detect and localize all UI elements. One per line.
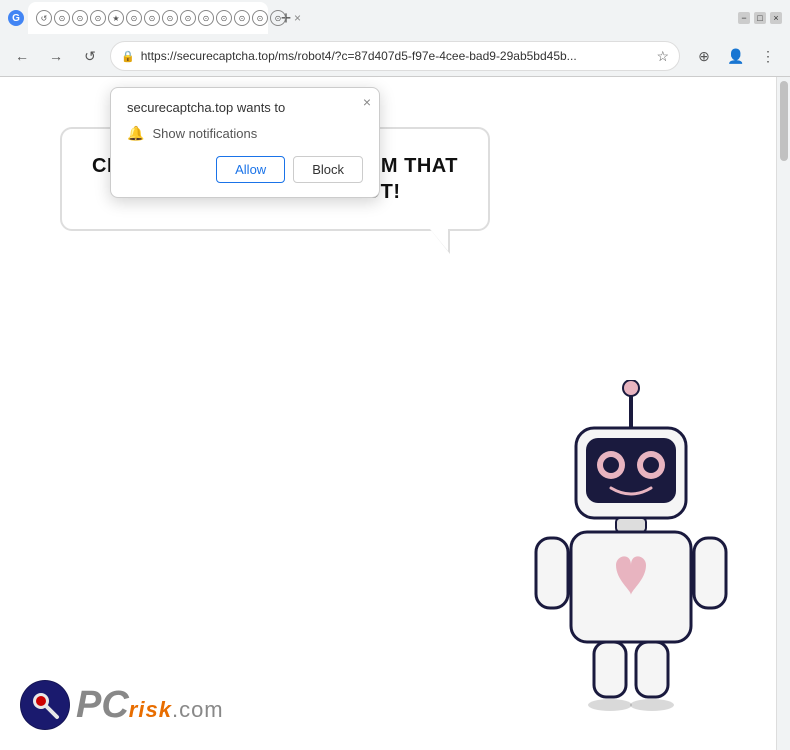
window-controls: − □ × xyxy=(738,12,782,24)
tab-icon-2: ⊙ xyxy=(54,10,70,26)
address-right-icons: ☆ xyxy=(656,48,669,65)
tab-icon-10: ⊙ xyxy=(198,10,214,26)
scrollbar[interactable] xyxy=(776,77,790,750)
refresh-button[interactable]: ↺ xyxy=(76,42,104,70)
menu-icon[interactable]: ⋮ xyxy=(754,42,782,70)
tab-icon-8: ⊙ xyxy=(162,10,178,26)
popup-close-button[interactable]: × xyxy=(363,94,371,110)
google-icon: G xyxy=(8,10,24,26)
close-window-button[interactable]: × xyxy=(770,12,782,24)
scrollbar-thumb[interactable] xyxy=(780,81,788,161)
extensions-icon[interactable]: ⊕ xyxy=(690,42,718,70)
risk-text: risk.com xyxy=(129,699,224,721)
tab-bar: G ↺ ⊙ ⊙ ⊙ ★ ⊙ ⊙ ⊙ ⊙ ⊙ ⊙ ⊙ ⊙ ⊙ × + xyxy=(0,0,790,36)
tab-icon-7: ⊙ xyxy=(144,10,160,26)
tab-icon-14: ⊙ xyxy=(270,10,286,26)
tab-icon-6: ⊙ xyxy=(126,10,142,26)
url-text: https://securecaptcha.top/ms/robot4/?c=8… xyxy=(141,49,651,63)
pcrisk-text-block: PC risk.com xyxy=(76,686,224,724)
robot-container xyxy=(516,380,746,720)
popup-title: securecaptcha.top wants to xyxy=(127,100,363,115)
browser-chrome: G ↺ ⊙ ⊙ ⊙ ★ ⊙ ⊙ ⊙ ⊙ ⊙ ⊙ ⊙ ⊙ ⊙ × + xyxy=(0,0,790,77)
robot-image xyxy=(516,380,746,720)
forward-button[interactable]: → xyxy=(42,42,70,70)
permission-text: Show notifications xyxy=(152,126,257,141)
toolbar-icons: ⊕ 👤 ⋮ xyxy=(690,42,782,70)
address-bar[interactable]: 🔒 https://securecaptcha.top/ms/robot4/?c… xyxy=(110,41,680,71)
address-bar-row: ← → ↺ 🔒 https://securecaptcha.top/ms/rob… xyxy=(0,36,790,76)
pcrisk-logo: PC risk.com xyxy=(20,680,224,730)
pc-text: PC xyxy=(76,686,129,724)
page-container: × securecaptcha.top wants to 🔔 Show noti… xyxy=(0,77,790,750)
tab-icon-9: ⊙ xyxy=(180,10,196,26)
pcrisk-icon xyxy=(20,680,70,730)
popup-permission: 🔔 Show notifications xyxy=(127,125,363,142)
notification-popup: × securecaptcha.top wants to 🔔 Show noti… xyxy=(110,87,380,198)
tab-icon-12: ⊙ xyxy=(234,10,250,26)
allow-button[interactable]: Allow xyxy=(216,156,285,183)
tab-icon-4: ⊙ xyxy=(90,10,106,26)
active-tab[interactable]: ↺ ⊙ ⊙ ⊙ ★ ⊙ ⊙ ⊙ ⊙ ⊙ ⊙ ⊙ ⊙ ⊙ × xyxy=(28,2,268,34)
tab-icon-5: ★ xyxy=(108,10,124,26)
page-content: × securecaptcha.top wants to 🔔 Show noti… xyxy=(0,77,776,750)
tab-icon-11: ⊙ xyxy=(216,10,232,26)
tab-icon-3: ⊙ xyxy=(72,10,88,26)
com-text: .com xyxy=(172,697,224,722)
tab-close-button[interactable]: × xyxy=(292,9,303,27)
bookmark-icon[interactable]: ☆ xyxy=(656,48,669,65)
block-button[interactable]: Block xyxy=(293,156,363,183)
tab-icons-row: ↺ ⊙ ⊙ ⊙ ★ ⊙ ⊙ ⊙ ⊙ ⊙ ⊙ ⊙ ⊙ ⊙ xyxy=(36,10,286,26)
bell-icon: 🔔 xyxy=(127,125,144,142)
minimize-button[interactable]: − xyxy=(738,12,750,24)
profile-icon[interactable]: 👤 xyxy=(722,42,750,70)
tab-icon-1: ↺ xyxy=(36,10,52,26)
maximize-button[interactable]: □ xyxy=(754,12,766,24)
tab-icon-13: ⊙ xyxy=(252,10,268,26)
back-button[interactable]: ← xyxy=(8,42,36,70)
popup-buttons: Allow Block xyxy=(127,156,363,183)
lock-icon: 🔒 xyxy=(121,50,135,63)
